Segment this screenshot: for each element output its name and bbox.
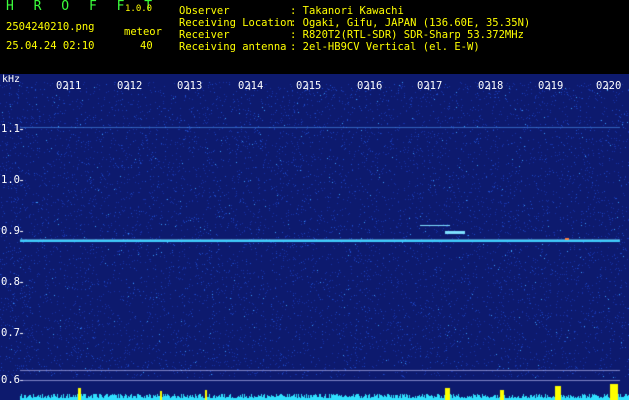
unit-label: kHz	[2, 74, 21, 85]
receiver-value: : R820T2(RTL-SDR) SDR-Sharp 53.372MHz	[290, 29, 524, 41]
time-tick-label: 0215	[296, 80, 322, 92]
freq-tick-label: 0.6	[1, 374, 20, 386]
time-tick-label: 0216	[357, 80, 383, 92]
freq-tick-label: 1.1	[1, 123, 20, 135]
observer-value: : Takanori Kawachi	[290, 5, 404, 17]
time-tick-label: 0217	[417, 80, 443, 92]
date-time: 25.04.24 02:10	[6, 40, 95, 52]
antenna-value: : 2el-HB9CV Vertical (el. E-W)	[290, 41, 480, 53]
time-tick-label: 0219	[538, 80, 564, 92]
freq-tick-label: 0.9	[1, 225, 20, 237]
file-name: 2504240210.png	[6, 21, 95, 33]
freq-tick-label: 0.8	[1, 276, 20, 288]
app-version: 1.0.0	[125, 4, 153, 14]
location-label: Receiving Location	[179, 17, 293, 29]
time-tick-label: 0220	[596, 80, 622, 92]
spectrogram	[0, 74, 629, 400]
time-tick-label: 0211	[56, 80, 82, 92]
meteor-label: meteor	[124, 26, 162, 38]
header-panel: H R O F F T 1.0.0 2504240210.png meteor …	[0, 0, 629, 74]
antenna-label: Receiving antenna	[179, 41, 287, 53]
location-value: : Ogaki, Gifu, JAPAN (136.60E, 35.35N)	[290, 17, 531, 29]
time-tick-label: 0213	[177, 80, 203, 92]
observer-label: Observer	[179, 5, 230, 17]
freq-tick-label: 0.7	[1, 327, 20, 339]
meteor-count: 40	[140, 40, 153, 52]
freq-tick-label: 1.0	[1, 174, 20, 186]
receiver-label: Receiver	[179, 29, 230, 41]
time-tick-label: 0218	[478, 80, 504, 92]
time-tick-label: 0212	[117, 80, 143, 92]
time-tick-label: 0214	[238, 80, 264, 92]
